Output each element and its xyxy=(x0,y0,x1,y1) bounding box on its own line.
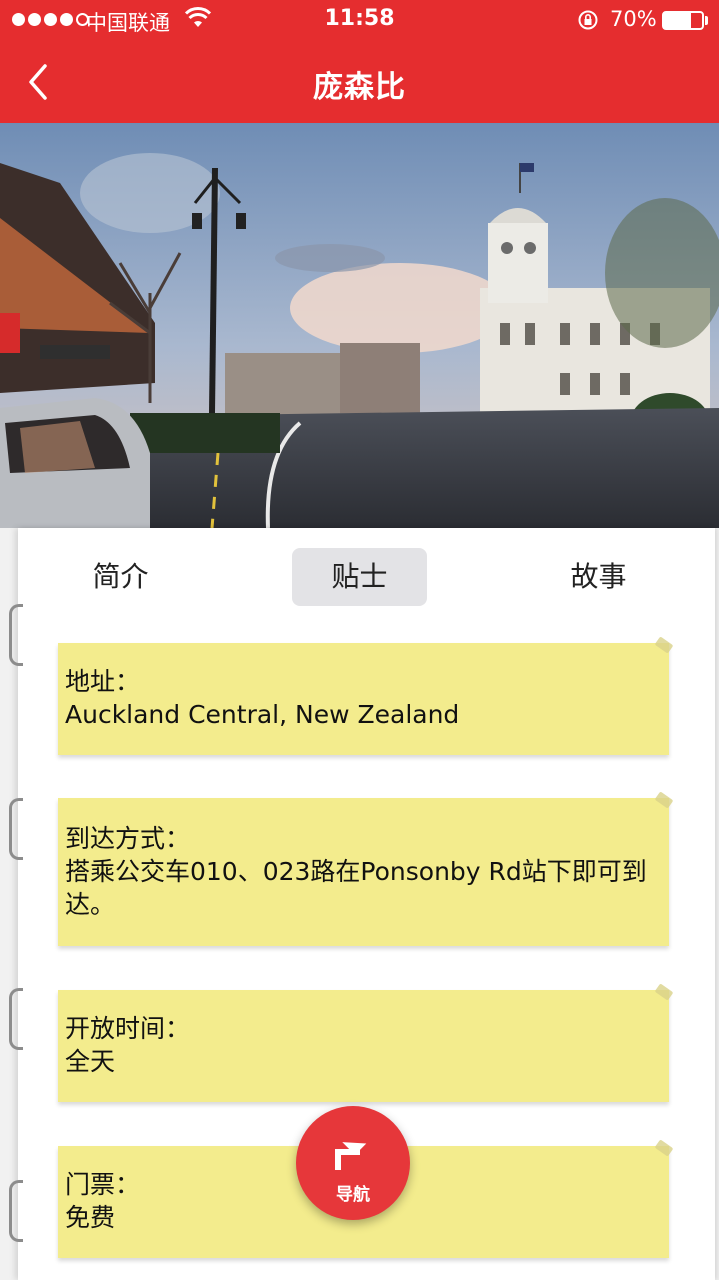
note-label: 到达方式： xyxy=(65,824,191,853)
battery-icon xyxy=(662,11,704,30)
battery-percent: 70% xyxy=(610,7,657,31)
note-value: 全天 xyxy=(65,1047,116,1076)
navigate-button[interactable]: 导航 xyxy=(296,1106,410,1220)
note-label: 地址： xyxy=(65,667,141,696)
note-label: 开放时间： xyxy=(65,1014,191,1043)
hero-photo xyxy=(0,123,719,528)
note-value: 搭乘公交车010、023路在Ponsonby Rd站下即可到达。 xyxy=(65,857,647,919)
opening-hours-note: 开放时间： 全天 xyxy=(58,990,669,1102)
tab-tips[interactable]: 贴士 xyxy=(292,548,427,606)
status-bar: 中国联通 11:58 70% xyxy=(0,0,719,40)
notebook-ring-icon xyxy=(9,988,23,1050)
tab-stories[interactable]: 故事 xyxy=(546,548,651,606)
header: 中国联通 11:58 70% 庞森比 xyxy=(0,0,719,123)
notebook-ring-icon xyxy=(9,798,23,860)
tab-bar: 简介 贴士 故事 xyxy=(18,548,715,606)
address-note: 地址： Auckland Central, New Zealand xyxy=(58,643,669,755)
tab-intro[interactable]: 简介 xyxy=(68,548,173,606)
turn-right-arrow-icon xyxy=(335,1142,367,1170)
note-value: Auckland Central, New Zealand xyxy=(65,700,460,729)
notebook-ring-icon xyxy=(9,604,23,666)
rotation-lock-icon xyxy=(578,10,598,30)
transport-note: 到达方式： 搭乘公交车010、023路在Ponsonby Rd站下即可到达。 xyxy=(58,798,669,946)
navigate-label: 导航 xyxy=(336,1185,370,1205)
page-title: 庞森比 xyxy=(313,70,406,105)
notebook-ring-icon xyxy=(9,1180,23,1242)
